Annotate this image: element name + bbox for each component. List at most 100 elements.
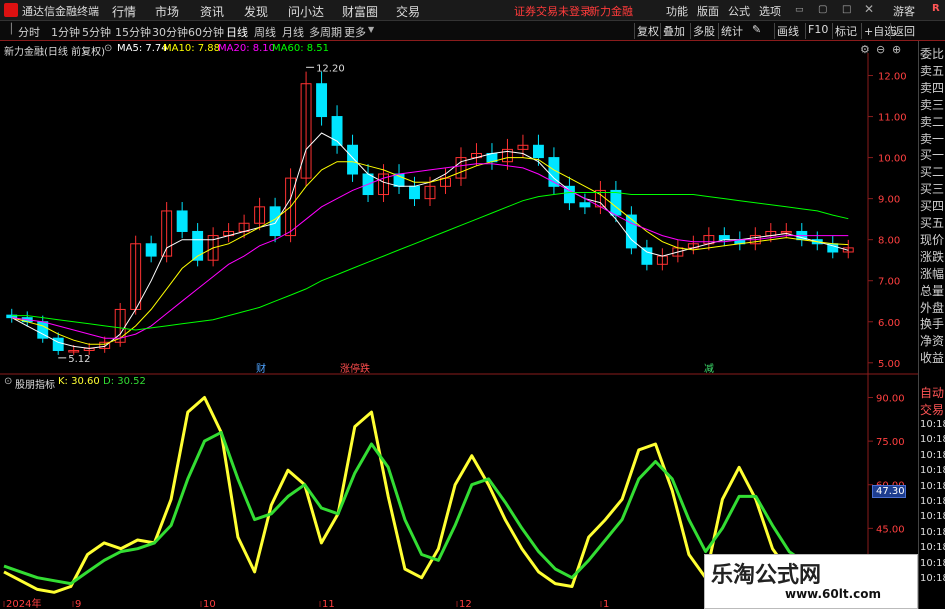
menu-layout[interactable]: 版面 [697, 3, 719, 19]
candle-body [316, 83, 328, 118]
r-badge: R [932, 3, 940, 14]
candle-body [176, 210, 188, 232]
y-tick-label: 9.00 [878, 195, 900, 206]
y-tick-label: 12.00 [878, 72, 907, 83]
d-label: D: 30.52 [103, 376, 146, 387]
trade-time: 10:18 [920, 542, 945, 554]
y-tick-label: 10.00 [878, 154, 907, 165]
event-label-finance[interactable]: 财 [256, 360, 266, 375]
high-price-label: 12.20 [316, 63, 345, 74]
trade-time: 10:18 [920, 496, 945, 507]
main-grid: 12.00 11.00 10.00 9.00 8.00 7.00 6.00 5.00 [868, 72, 907, 370]
candle-body [532, 144, 544, 159]
stock-name-tab[interactable]: 新力金融 [589, 3, 633, 19]
candle-body [145, 243, 157, 257]
trade-time: 10:18 [920, 434, 945, 446]
ind-tick-label: 75.00 [876, 437, 905, 448]
low-price-label: 5.12 [68, 354, 90, 365]
app-logo-icon [4, 3, 18, 17]
guest-user[interactable]: 游客 [893, 3, 915, 19]
menu-trade[interactable]: 交易 [396, 3, 420, 20]
minimize-icon[interactable]: ▭ [795, 5, 804, 15]
trade-time: 10:18 [920, 480, 945, 492]
menu-news[interactable]: 资讯 [200, 3, 224, 20]
x-tick-label: 11 [322, 599, 335, 609]
menu-formula[interactable]: 公式 [728, 3, 750, 19]
trade-time: 10:18 [920, 511, 945, 523]
btn-adjust[interactable]: 复权 [634, 23, 661, 39]
menu-discover[interactable]: 发现 [244, 3, 268, 20]
candle-body [579, 202, 591, 208]
trade-time: 10:18 [920, 419, 945, 430]
candle-body [347, 144, 359, 175]
candle-body [409, 185, 420, 200]
x-tick-label: 1 [603, 599, 609, 609]
watermark-title: 乐淘公式网 [711, 562, 822, 588]
candle-body [718, 235, 730, 241]
x-tick-label: 12 [459, 599, 472, 609]
trade-time: 10:18 [920, 526, 945, 538]
event-label-limit[interactable]: 涨停跌 [340, 360, 370, 375]
watermark-url: www.60lt.com [785, 587, 882, 601]
period-monthly[interactable]: 月线 [282, 24, 304, 40]
indicator-title: 股朋指标 [15, 380, 55, 391]
side-tab[interactable]: 交易 [920, 400, 944, 421]
trade-time: 10:18 [920, 557, 945, 569]
chevron-down-icon[interactable]: ▼ [368, 25, 374, 34]
trade-time: 10:18 [920, 465, 945, 477]
btn-stats[interactable]: 统计 [718, 23, 745, 39]
x-axis: 2024年910111212 [3, 597, 730, 609]
draw-tool-icon[interactable]: ✎ [752, 23, 761, 36]
ind-tick-label: 90.00 [876, 394, 905, 405]
menu-wealth[interactable]: 财富圈 [342, 3, 378, 20]
toolbar-collapse-icon[interactable]: ▕ [4, 24, 12, 35]
period-daily[interactable]: 日线 [226, 24, 248, 40]
close-icon[interactable]: ✕ [864, 2, 874, 16]
btn-f10[interactable]: F10 [805, 23, 830, 39]
period-intraday[interactable]: 分时 [18, 24, 40, 40]
login-warning[interactable]: 证券交易未登录 [514, 3, 591, 19]
x-tick-label: 2024年 [6, 597, 41, 609]
chart-area[interactable]: 12.00 11.00 10.00 9.00 8.00 7.00 6.00 5.00 12.2… [0, 41, 918, 609]
price-plot: 12.20 5.12 [6, 63, 854, 365]
y-tick-label: 11.00 [878, 113, 907, 124]
indicator-settings-icon[interactable]: ⊙ [4, 376, 12, 387]
period-toolbar: ▕ 分时 1分钟 5分钟 15分钟 30分钟 60分钟 日线 周线 月线 多周期… [0, 21, 945, 41]
k-label: K: 30.60 [58, 376, 100, 387]
maximize-icon[interactable]: □ [842, 4, 851, 15]
current-value: 47.30 [876, 486, 905, 497]
ma5-line [11, 132, 849, 349]
trade-time: 10:18 [920, 449, 945, 461]
x-tick-label: 9 [75, 599, 81, 609]
period-1min[interactable]: 1分钟 [51, 24, 80, 40]
menu-options[interactable]: 选项 [759, 3, 781, 19]
window-icon[interactable]: ▢ [818, 4, 827, 15]
btn-mark[interactable]: 标记 [832, 23, 859, 39]
side-label: 收益 [920, 351, 945, 366]
btn-multi-stock[interactable]: 多股 [690, 23, 717, 39]
x-tick-label: 10 [203, 599, 216, 609]
y-tick-label: 7.00 [878, 277, 900, 288]
menu-quotes[interactable]: 行情 [112, 3, 136, 20]
y-tick-label: 5.00 [878, 359, 900, 370]
ind-tick-label: 45.00 [876, 524, 905, 535]
period-multi[interactable]: 多周期 [309, 24, 342, 40]
app-title: 通达信金融终端 [22, 5, 99, 18]
period-more[interactable]: 更多 [344, 24, 366, 40]
y-tick-label: 8.00 [878, 236, 900, 247]
period-5min[interactable]: 5分钟 [82, 24, 111, 40]
y-tick-label: 6.00 [878, 318, 900, 329]
period-30min[interactable]: 30分钟 [152, 24, 188, 40]
event-label-reduce[interactable]: 减 [704, 360, 714, 375]
menu-ask[interactable]: 问小达 [288, 3, 324, 20]
btn-back[interactable]: 返回 [890, 23, 917, 39]
menu-market[interactable]: 市场 [155, 3, 179, 20]
btn-overlay[interactable]: 叠加 [660, 23, 687, 39]
menu-function[interactable]: 功能 [666, 3, 688, 19]
watermark-box: 乐淘公式网 www.60lt.com [704, 554, 918, 609]
period-weekly[interactable]: 周线 [254, 24, 276, 40]
btn-draw[interactable]: 画线 [774, 23, 801, 39]
period-15min[interactable]: 15分钟 [115, 24, 151, 40]
trade-time: 10:18 [920, 573, 945, 584]
period-60min[interactable]: 60分钟 [188, 24, 224, 40]
